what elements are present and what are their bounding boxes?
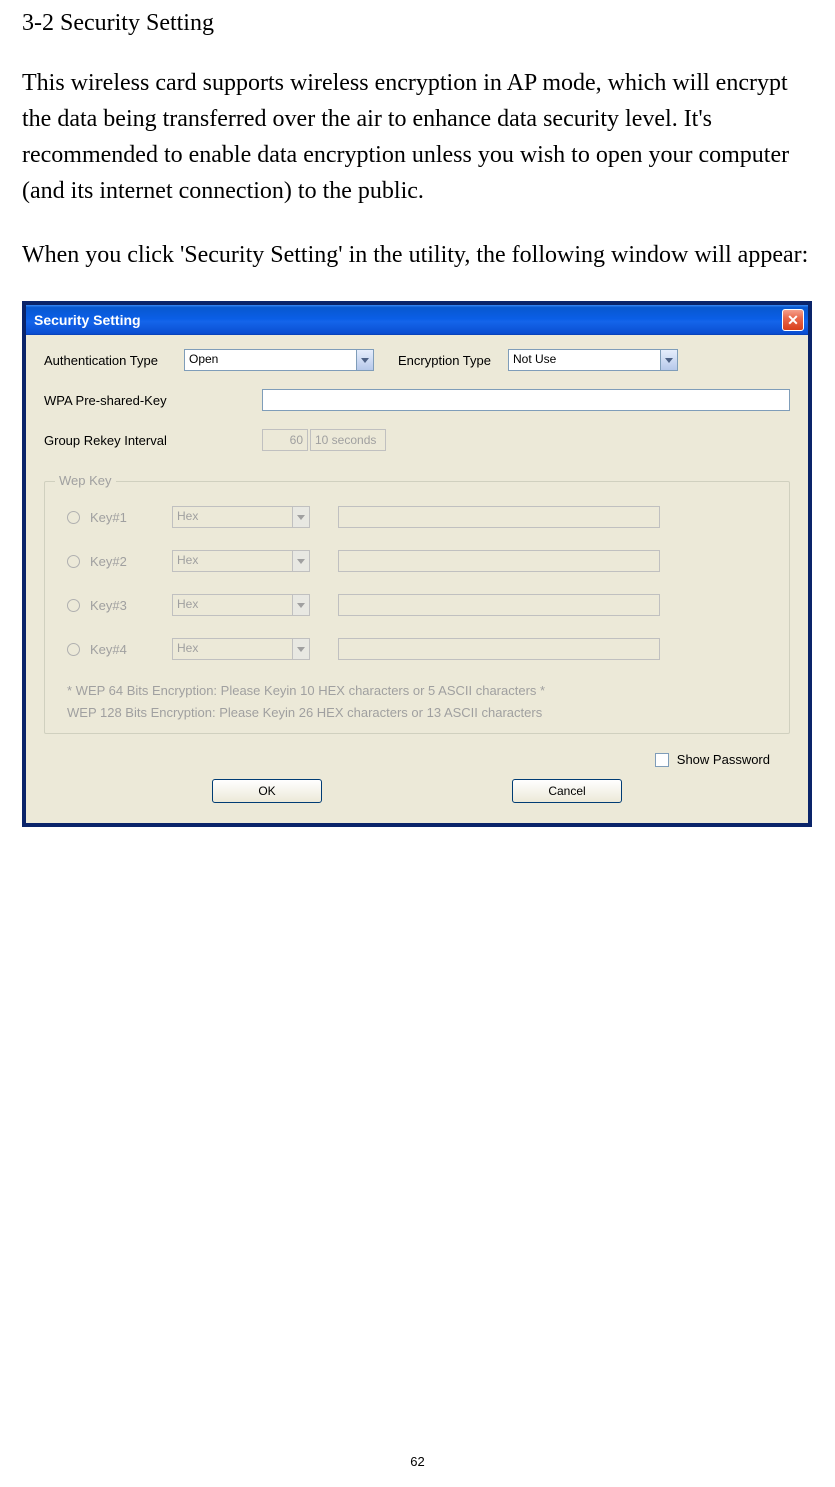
wep-key2-label: Key#2 (90, 554, 172, 569)
security-setting-dialog: Security Setting ✕ Authentication Type O… (26, 305, 808, 823)
wep-key-row-4: Key#4 Hex (67, 638, 767, 660)
auth-type-label: Authentication Type (44, 353, 184, 368)
intro-paragraph-1: This wireless card supports wireless enc… (22, 65, 813, 209)
wep-key2-format-button (292, 550, 310, 572)
wep-key-row-1: Key#1 Hex (67, 506, 767, 528)
wep-key1-label: Key#1 (90, 510, 172, 525)
wep-hint-1: * WEP 64 Bits Encryption: Please Keyin 1… (67, 682, 767, 700)
wep-key2-format-value: Hex (172, 550, 292, 572)
wep-key1-format-value: Hex (172, 506, 292, 528)
auth-type-combo[interactable]: Open (184, 349, 374, 371)
wep-key4-format-button (292, 638, 310, 660)
chevron-down-icon (297, 647, 305, 652)
chevron-down-icon (361, 358, 369, 363)
wep-key4-format-value: Hex (172, 638, 292, 660)
wep-key3-format-button (292, 594, 310, 616)
show-password-checkbox[interactable] (655, 753, 669, 767)
cancel-button[interactable]: Cancel (512, 779, 622, 803)
wep-key3-radio (67, 599, 80, 612)
window-title: Security Setting (34, 312, 782, 328)
titlebar[interactable]: Security Setting ✕ (26, 305, 808, 335)
auth-type-dropdown-button[interactable] (356, 349, 374, 371)
wpa-psk-row: WPA Pre-shared-Key (44, 389, 790, 411)
wep-key-row-2: Key#2 Hex (67, 550, 767, 572)
dialog-frame: Security Setting ✕ Authentication Type O… (22, 301, 812, 827)
chevron-down-icon (297, 559, 305, 564)
wep-key4-format-combo: Hex (172, 638, 310, 660)
dialog-client-area: Authentication Type Open Encryption Type… (26, 335, 808, 823)
wep-key1-format-combo: Hex (172, 506, 310, 528)
wep-key2-radio (67, 555, 80, 568)
show-password-row: Show Password (44, 752, 770, 767)
wep-key4-input (338, 638, 660, 660)
wep-key3-format-combo: Hex (172, 594, 310, 616)
ok-button[interactable]: OK (212, 779, 322, 803)
wep-key3-input (338, 594, 660, 616)
wep-key1-format-button (292, 506, 310, 528)
enc-type-combo[interactable]: Not Use (508, 349, 678, 371)
wep-key-row-3: Key#3 Hex (67, 594, 767, 616)
wep-key-group: Wep Key Key#1 Hex Key#2 Hex (44, 481, 790, 734)
wep-group-title: Wep Key (55, 473, 116, 488)
group-rekey-row: Group Rekey Interval (44, 429, 790, 451)
group-rekey-label: Group Rekey Interval (44, 433, 262, 448)
chevron-down-icon (297, 603, 305, 608)
button-row: OK Cancel (44, 779, 790, 803)
show-password-label: Show Password (677, 752, 770, 767)
chevron-down-icon (297, 515, 305, 520)
group-rekey-unit-input (310, 429, 386, 451)
auth-type-value: Open (184, 349, 356, 371)
wpa-psk-input[interactable] (262, 389, 790, 411)
enc-type-dropdown-button[interactable] (660, 349, 678, 371)
enc-type-label: Encryption Type (398, 353, 508, 368)
auth-enc-row: Authentication Type Open Encryption Type… (44, 349, 790, 371)
wep-key1-input (338, 506, 660, 528)
close-button[interactable]: ✕ (782, 309, 804, 331)
intro-paragraph-2: When you click 'Security Setting' in the… (22, 237, 813, 273)
enc-type-value: Not Use (508, 349, 660, 371)
wep-key4-radio (67, 643, 80, 656)
close-icon: ✕ (787, 312, 799, 329)
wep-key1-radio (67, 511, 80, 524)
wpa-psk-label: WPA Pre-shared-Key (44, 393, 262, 408)
wep-key3-format-value: Hex (172, 594, 292, 616)
chevron-down-icon (665, 358, 673, 363)
wep-key4-label: Key#4 (90, 642, 172, 657)
wep-key2-input (338, 550, 660, 572)
section-heading: 3-2 Security Setting (22, 10, 813, 37)
wep-key3-label: Key#3 (90, 598, 172, 613)
group-rekey-num-input (262, 429, 308, 451)
page-number: 62 (0, 1454, 835, 1469)
wep-hint-2: WEP 128 Bits Encryption: Please Keyin 26… (67, 704, 767, 722)
wep-key2-format-combo: Hex (172, 550, 310, 572)
